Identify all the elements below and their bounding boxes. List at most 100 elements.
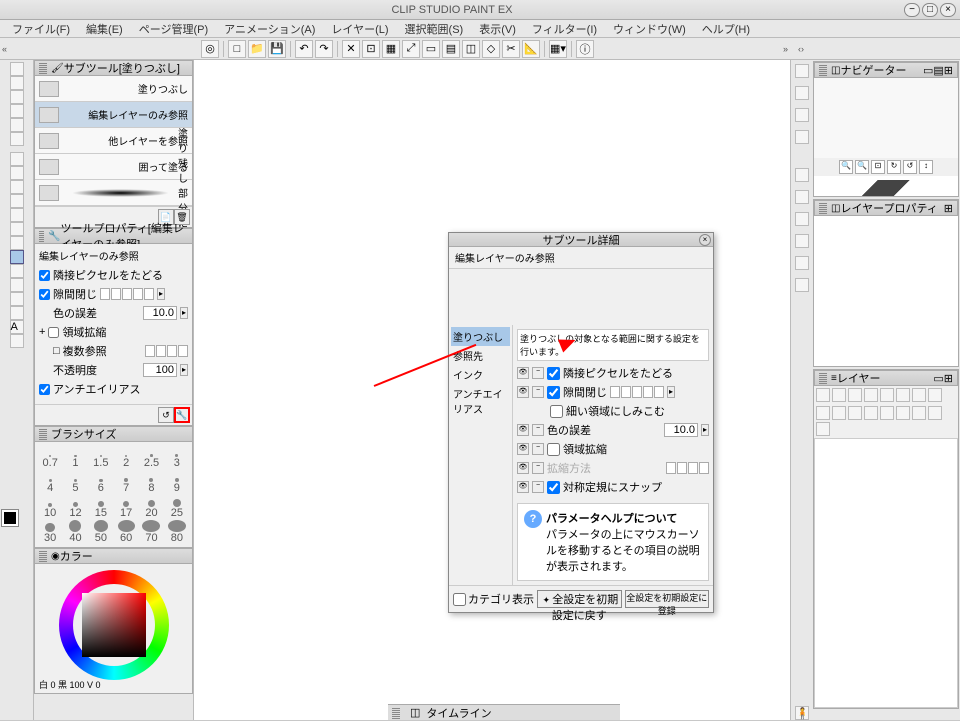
brush-size-cell[interactable]: 7 (114, 470, 138, 494)
menu-selection[interactable]: 選択範囲(S) (397, 19, 472, 39)
areascale-checkbox[interactable] (48, 327, 59, 338)
tool-ruler[interactable] (10, 306, 24, 320)
subtool-item[interactable]: 他レイヤーを参照 (35, 128, 192, 154)
foreground-color-swatch[interactable] (2, 510, 18, 526)
tool-text[interactable]: A (10, 320, 24, 334)
brush-size-cell[interactable]: 4 (38, 470, 62, 494)
brush-size-cell[interactable]: 10 (38, 495, 62, 519)
save-button[interactable]: 💾 (268, 40, 286, 58)
tool-move[interactable] (10, 76, 24, 90)
redo-button[interactable]: ↷ (315, 40, 333, 58)
subtool-item[interactable]: 囲って塗る (35, 154, 192, 180)
dialog-tab[interactable]: アンチエイリアス (451, 384, 510, 418)
close-button[interactable]: × (940, 3, 956, 17)
quick-access-icon[interactable] (795, 168, 809, 182)
dialog-close-button[interactable]: × (699, 234, 711, 246)
subtool-item[interactable]: 編集レイヤーのみ参照 (35, 102, 192, 128)
tool-gradient[interactable] (10, 264, 24, 278)
canvas-area[interactable]: サブツール詳細× 編集レイヤーのみ参照 塗りつぶし 参照先 インク アンチエイリ… (194, 60, 790, 720)
menu-file[interactable]: ファイル(F) (4, 19, 78, 39)
brush-size-cell[interactable]: 9 (165, 470, 189, 494)
dialog-tab[interactable]: インク (451, 365, 510, 384)
reset-button[interactable]: ↺ (158, 407, 174, 423)
brush-size-cell[interactable]: 20 (139, 495, 163, 519)
aa-checkbox[interactable] (39, 384, 50, 395)
layer-button[interactable]: ◫ (462, 40, 480, 58)
tool-figure[interactable] (10, 278, 24, 292)
brush-size-cell[interactable]: 17 (114, 495, 138, 519)
quick-access-icon[interactable] (795, 130, 809, 144)
brush-size-cell[interactable]: 50 (89, 520, 113, 544)
brush-size-cell[interactable]: 6 (89, 470, 113, 494)
crop-button[interactable]: ✂ (502, 40, 520, 58)
clip-studio-button[interactable]: ◎ (201, 40, 219, 58)
brush-size-cell[interactable]: 3 (165, 445, 189, 469)
brush-size-cell[interactable]: 12 (63, 495, 87, 519)
brush-size-cell[interactable]: 1 (63, 445, 87, 469)
wrench-icon[interactable]: 🔧 (174, 407, 190, 423)
menu-layer[interactable]: レイヤー(L) (323, 19, 396, 39)
tool-brush[interactable] (10, 180, 24, 194)
reset-all-button[interactable]: ✦全設定を初期設定に戻す (537, 590, 622, 608)
menu-animation[interactable]: アニメーション(A) (216, 19, 323, 39)
tool-pen[interactable] (10, 152, 24, 166)
help-button[interactable]: ⓘ (576, 40, 594, 58)
brush-size-cell[interactable]: 0.7 (38, 445, 62, 469)
quick-access-icon[interactable] (795, 190, 809, 204)
adjacent-checkbox[interactable] (39, 270, 50, 281)
layer-list[interactable] (814, 438, 958, 708)
menu-filter[interactable]: フィルター(I) (524, 19, 605, 39)
outside-button[interactable]: ⊡ (362, 40, 380, 58)
brush-size-cell[interactable]: 2.5 (139, 445, 163, 469)
delete-button[interactable]: ✕ (342, 40, 360, 58)
border-button[interactable]: ▭ (422, 40, 440, 58)
mannequin-icon[interactable]: 🧍 (795, 706, 809, 720)
tool-layermover[interactable] (10, 104, 24, 118)
tool-zoom[interactable] (10, 62, 24, 76)
brush-size-cell[interactable]: 15 (89, 495, 113, 519)
sv-picker[interactable] (82, 593, 146, 657)
tool-fill[interactable] (10, 250, 24, 264)
minimize-button[interactable]: − (904, 3, 920, 17)
quick-access-icon[interactable] (795, 234, 809, 248)
new-button[interactable]: □ (228, 40, 246, 58)
scale-button[interactable]: ⤢ (402, 40, 420, 58)
brush-size-cell[interactable]: 40 (63, 520, 87, 544)
brush-size-cell[interactable]: 2 (114, 445, 138, 469)
color-wheel[interactable] (59, 570, 169, 680)
expand-icon[interactable]: ‹› (798, 44, 804, 54)
colordiff-input[interactable]: 10.0 (143, 306, 177, 320)
brush-size-cell[interactable]: 30 (38, 520, 62, 544)
menu-window[interactable]: ウィンドウ(W) (605, 19, 694, 39)
tool-marquee[interactable] (10, 118, 24, 132)
closegap-checkbox[interactable] (39, 289, 50, 300)
quick-access-icon[interactable] (795, 278, 809, 292)
subtool-item[interactable]: 塗り残し部分に塗る (35, 180, 192, 206)
dialog-tab[interactable]: 塗りつぶし (451, 327, 510, 346)
tool-airbrush[interactable] (10, 194, 24, 208)
tone-button[interactable]: ▤ (442, 40, 460, 58)
snap-button[interactable]: ▦▾ (549, 40, 567, 58)
quick-access-icon[interactable] (795, 212, 809, 226)
collapse-mid-icon[interactable]: » (783, 44, 788, 54)
brush-size-header[interactable]: ブラシサイズ (34, 426, 193, 442)
tool-blend[interactable] (10, 236, 24, 250)
tool-operation[interactable] (10, 90, 24, 104)
color-panel-header[interactable]: ◉ カラー (34, 548, 193, 564)
brush-size-cell[interactable]: 25 (165, 495, 189, 519)
tool-eraser[interactable] (10, 222, 24, 236)
register-all-button[interactable]: 全設定を初期設定に登録 (625, 590, 710, 608)
tool-pencil[interactable] (10, 166, 24, 180)
subtool-panel-header[interactable]: 🖌 サブツール[塗りつぶし] (34, 60, 193, 76)
undo-button[interactable]: ↶ (295, 40, 313, 58)
ruler-button[interactable]: 📐 (522, 40, 540, 58)
brush-size-cell[interactable]: 60 (114, 520, 138, 544)
fill-button[interactable]: ▦ (382, 40, 400, 58)
menu-view[interactable]: 表示(V) (471, 19, 524, 39)
maximize-button[interactable]: □ (922, 3, 938, 17)
brush-size-cell[interactable]: 1.5 (89, 445, 113, 469)
menu-edit[interactable]: 編集(E) (78, 19, 131, 39)
opacity-input[interactable]: 100 (143, 363, 177, 377)
menu-page[interactable]: ページ管理(P) (131, 19, 216, 39)
tool-decoration[interactable] (10, 208, 24, 222)
